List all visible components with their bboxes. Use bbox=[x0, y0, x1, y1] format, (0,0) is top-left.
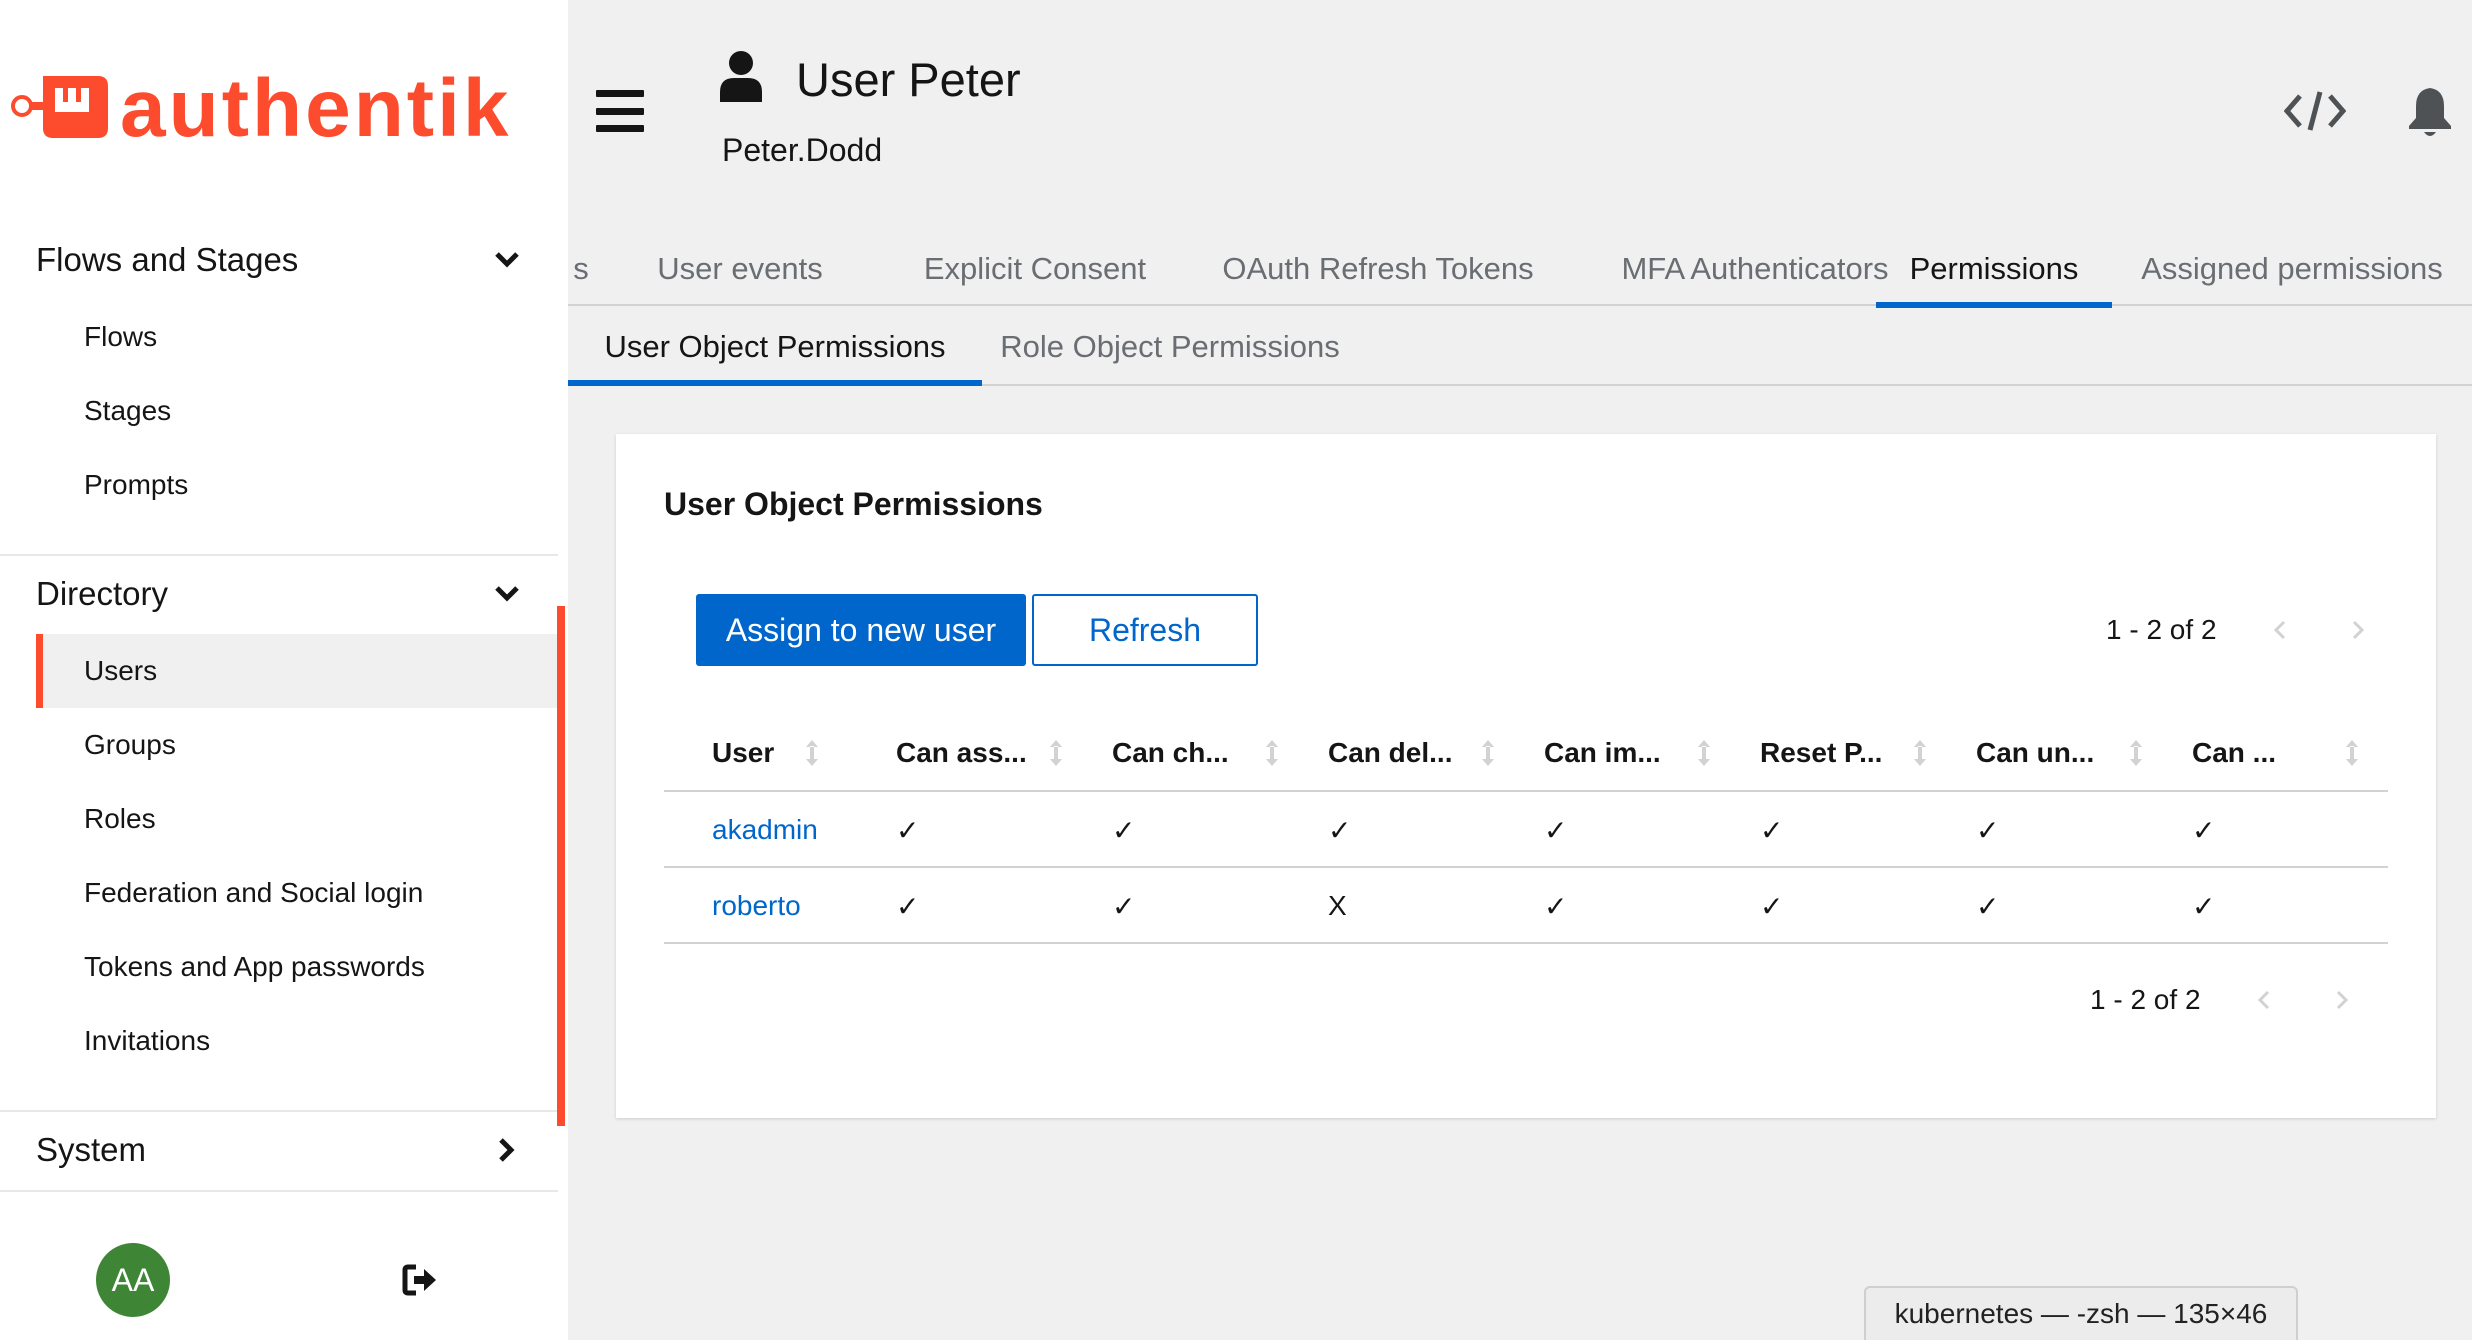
assign-to-new-user-button[interactable]: Assign to new user bbox=[696, 594, 1026, 666]
sort-icon[interactable] bbox=[804, 738, 820, 768]
avatar[interactable]: AA bbox=[96, 1243, 170, 1317]
table-cell: ✓ bbox=[1112, 814, 1136, 846]
column-header-6[interactable]: Reset P... bbox=[1760, 714, 1882, 792]
column-header-8[interactable]: Can ... bbox=[2192, 714, 2276, 792]
table-cell: ✓ bbox=[896, 890, 920, 922]
nav-section-label: Flows and Stages bbox=[36, 241, 299, 278]
tab-role-object-permissions[interactable]: Role Object Permissions bbox=[982, 310, 1358, 384]
sidebar-item-tokens[interactable]: Tokens and App passwords bbox=[36, 930, 558, 1004]
sort-icon[interactable] bbox=[1480, 738, 1496, 768]
primary-tabs: s User events Explicit Consent OAuth Ref… bbox=[568, 232, 2472, 308]
sidebar-item-label: Stages bbox=[84, 395, 172, 426]
table-cell: ✓ bbox=[896, 814, 920, 846]
user-link[interactable]: roberto bbox=[712, 868, 801, 944]
permissions-card: User Object Permissions Assign to new us… bbox=[616, 434, 2436, 1118]
chevron-left-icon[interactable] bbox=[2249, 985, 2279, 1015]
table-cell: ✓ bbox=[1544, 890, 1568, 922]
chevron-right-icon[interactable] bbox=[2343, 615, 2373, 645]
user-icon bbox=[720, 51, 762, 102]
logout-icon[interactable] bbox=[402, 1263, 438, 1297]
sidebar-item-label: Roles bbox=[84, 803, 156, 834]
sort-icon[interactable] bbox=[1912, 738, 1928, 768]
table-cell: ✓ bbox=[1976, 814, 2000, 846]
table-cell: ✓ bbox=[1328, 814, 1352, 846]
table-cell: X bbox=[1328, 890, 1347, 921]
sidebar-item-label: Invitations bbox=[84, 1025, 211, 1056]
tab-user-object-permissions[interactable]: User Object Permissions bbox=[568, 310, 982, 386]
nav-section-label: System bbox=[36, 1131, 147, 1168]
pagination-bottom: 1 - 2 of 2 bbox=[2090, 980, 2357, 1020]
chevron-down-icon bbox=[492, 579, 522, 609]
sidebar-item-label: Flows bbox=[84, 321, 158, 352]
sidebar-item-groups[interactable]: Groups bbox=[36, 708, 558, 782]
column-header-7[interactable]: Can un... bbox=[1976, 714, 2094, 792]
tab-permissions[interactable]: Permissions bbox=[1876, 232, 2112, 308]
brand-wordmark: authentik bbox=[120, 63, 511, 154]
sidebar-item-federation[interactable]: Federation and Social login bbox=[36, 856, 558, 930]
sort-icon[interactable] bbox=[2128, 738, 2144, 768]
table-cell: ✓ bbox=[2192, 814, 2216, 846]
nav-section-directory[interactable]: Directory bbox=[0, 556, 558, 632]
tab-assigned-permissions[interactable]: Assigned permissions bbox=[2112, 232, 2472, 306]
table-cell: ✓ bbox=[1760, 890, 1784, 922]
sidebar-item-stages[interactable]: Stages bbox=[36, 374, 558, 448]
page-title: User Peter bbox=[796, 53, 1021, 106]
sidebar-item-flows[interactable]: Flows bbox=[36, 300, 558, 374]
sidebar-scrollbar[interactable] bbox=[557, 606, 565, 1126]
pagination-top: 1 - 2 of 2 bbox=[2106, 610, 2373, 650]
column-header-2[interactable]: Can ass... bbox=[896, 714, 1027, 792]
authentik-logo[interactable]: authentik bbox=[8, 58, 553, 158]
sort-icon[interactable] bbox=[1048, 738, 1064, 768]
sidebar-item-label: Federation and Social login bbox=[84, 877, 424, 908]
table-cell: ✓ bbox=[2192, 890, 2216, 922]
tab-user-events[interactable]: User events bbox=[600, 232, 880, 306]
sort-icon[interactable] bbox=[1264, 738, 1280, 768]
chevron-right-icon[interactable] bbox=[2327, 985, 2357, 1015]
sidebar-item-label: Tokens and App passwords bbox=[84, 951, 425, 982]
column-header-user[interactable]: User bbox=[712, 714, 774, 792]
table-cell: ✓ bbox=[1760, 814, 1784, 846]
sort-icon[interactable] bbox=[2344, 738, 2360, 768]
sidebar-item-prompts[interactable]: Prompts bbox=[36, 448, 558, 522]
chevron-left-icon[interactable] bbox=[2265, 615, 2295, 645]
secondary-tabs: User Object Permissions Role Object Perm… bbox=[568, 310, 2472, 386]
sidebar-item-users[interactable]: Users bbox=[36, 634, 558, 708]
hamburger-menu-button[interactable] bbox=[596, 90, 644, 132]
sidebar: authentik Flows and Stages Flows Stages … bbox=[0, 0, 568, 1340]
chevron-down-icon bbox=[492, 245, 522, 275]
table-cell: ✓ bbox=[1544, 814, 1568, 846]
card-title: User Object Permissions bbox=[664, 486, 1043, 522]
sidebar-item-label: Groups bbox=[84, 729, 176, 760]
code-icon[interactable] bbox=[2284, 88, 2346, 134]
tab-oauth-refresh-tokens[interactable]: OAuth Refresh Tokens bbox=[1190, 232, 1566, 306]
nav-divider bbox=[0, 1190, 558, 1192]
nav-section-system[interactable]: System bbox=[0, 1112, 558, 1188]
column-header-4[interactable]: Can del... bbox=[1328, 714, 1452, 792]
sidebar-item-label: Users bbox=[84, 655, 158, 686]
nav-section-label: Directory bbox=[36, 575, 169, 612]
column-header-3[interactable]: Can ch... bbox=[1112, 714, 1229, 792]
sidebar-item-invitations[interactable]: Invitations bbox=[36, 1004, 558, 1078]
sort-icon[interactable] bbox=[1696, 738, 1712, 768]
bell-icon[interactable] bbox=[2406, 84, 2454, 138]
sidebar-item-label: Prompts bbox=[84, 469, 189, 500]
nav-section-flows-and-stages[interactable]: Flows and Stages bbox=[0, 222, 558, 298]
user-link[interactable]: akadmin bbox=[712, 792, 818, 868]
column-header-5[interactable]: Can im... bbox=[1544, 714, 1661, 792]
pagination-text: 1 - 2 of 2 bbox=[2106, 614, 2217, 645]
refresh-button[interactable]: Refresh bbox=[1032, 594, 1258, 666]
table-row: akadmin ✓ ✓ ✓ ✓ ✓ ✓ ✓ bbox=[664, 792, 2388, 868]
table-row: roberto ✓ ✓ X ✓ ✓ ✓ ✓ bbox=[664, 868, 2388, 944]
table-header: User Can ass... Can ch... Can del... Can… bbox=[664, 714, 2388, 792]
pagination-text: 1 - 2 of 2 bbox=[2090, 984, 2201, 1015]
table-cell: ✓ bbox=[1976, 890, 2000, 922]
tab-partial[interactable]: s bbox=[568, 232, 594, 306]
chevron-right-icon bbox=[492, 1135, 522, 1165]
page-subtitle: Peter.Dodd bbox=[722, 132, 883, 168]
sidebar-item-roles[interactable]: Roles bbox=[36, 782, 558, 856]
terminal-window-tooltip: kubernetes — -zsh — 135×46 bbox=[1864, 1286, 2298, 1340]
tab-explicit-consent[interactable]: Explicit Consent bbox=[880, 232, 1190, 306]
table-cell: ✓ bbox=[1112, 890, 1136, 922]
